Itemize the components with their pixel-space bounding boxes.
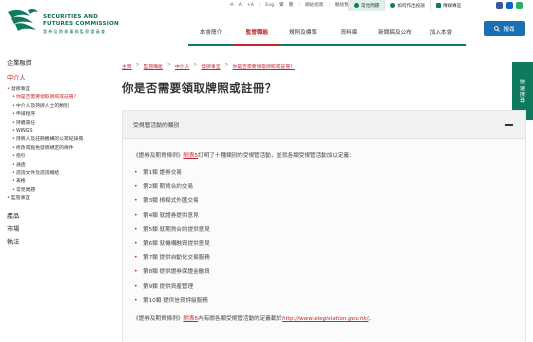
outro-middle: 內有關各類受規管活動的定義載於 [198, 316, 283, 323]
intro-text: 《證券及期貨條例》附表5訂明了十種類別的受規管活動，並就各類受規管活動加以定義： [133, 151, 515, 159]
utility-quick-links: 常見問題 如何作出投訴 傳媒專區 [348, 0, 466, 11]
logo-chinese-name: 證 券 及 期 貨 事 務 監 察 委 員 會 [43, 29, 105, 34]
sidebar-item-need-licence[interactable]: 你是否需要領取牌照或註冊？ [7, 94, 103, 103]
quick-search-label: 快速搜尋 [519, 78, 525, 104]
list-item: 第3類 槓桿式外匯交易 [133, 194, 515, 208]
logo-line1: SECURITIES AND [43, 14, 99, 20]
lang-traditional-link[interactable]: 繁 [279, 2, 284, 8]
breadcrumb-intermediaries[interactable]: 中介人 [175, 63, 189, 70]
sidebar-section-intermediaries[interactable]: 中介人 [7, 73, 103, 82]
linkedin-icon[interactable] [506, 2, 513, 9]
list-item: 第4類 就證券提供意見 [133, 209, 515, 223]
schedule5-link[interactable]: 附表5 [183, 153, 198, 159]
breadcrumb-separator: > [166, 63, 171, 68]
sidebar-item-consultation[interactable]: 諮詢文件及諮詢總結 [7, 170, 103, 179]
divider: | [328, 2, 330, 8]
nav-active-indicator [234, 44, 280, 46]
sidebar-item-licensing[interactable]: 發牌事宜 [7, 86, 103, 95]
social-links [496, 2, 523, 9]
utility-bar: -A A +A | Eng 繁 簡 | 網站指南 | 聯絡我們 常見問題 如何作… [0, 0, 533, 11]
sidebar-bottom-sections: 產品 市場 執法 [7, 210, 103, 249]
list-item: 第5類 就期貨合約提供意見 [133, 223, 515, 237]
facebook-icon[interactable] [496, 2, 503, 9]
sidebar-item-application[interactable]: 申請程序 [7, 111, 103, 120]
wechat-icon[interactable] [516, 2, 523, 9]
sidebar-item-modify-waive[interactable]: 修改或豁免發牌規定的條件 [7, 145, 103, 154]
divider: | [258, 2, 261, 8]
logo-text: SECURITIES AND FUTURES COMMISSION [43, 14, 119, 27]
lang-english-link[interactable]: Eng [265, 3, 274, 8]
list-item: 第2類 期貨合約交易 [133, 180, 515, 194]
intro-rest: 訂明了十種類別的受規管活動，並就各類受規管活動加以定義： [198, 153, 355, 159]
sfc-logo-icon[interactable] [6, 6, 40, 34]
schedule5-link-2[interactable]: 附表5 [183, 316, 198, 322]
sidebar-item-supervision[interactable]: 監管事宜 [7, 195, 103, 204]
sidebar-section-markets[interactable]: 市場 [7, 223, 103, 236]
outro-text: 《證券及期貨條例》附表5內有關各類受規管活動的定義載於http://www.el… [133, 314, 515, 322]
collapse-icon[interactable] [505, 124, 513, 126]
nav-underline [188, 44, 466, 46]
media-label: 傳媒專區 [442, 3, 462, 9]
breadcrumb-home[interactable]: 主頁 [122, 63, 132, 70]
accordion-panel: 受規管活動的類別 《證券及期貨條例》附表5訂明了十種類別的受規管活動，並就各類受… [122, 110, 526, 342]
list-item: 第10類 提供信貸評級服務 [133, 294, 515, 308]
search-label: 搜尋 [503, 26, 515, 33]
complaint-label: 如何作出投訴 [397, 3, 425, 9]
page-title: 你是否需要領取牌照或註冊？ [122, 81, 277, 95]
breadcrumb-regulatory-functions[interactable]: 監管職能 [144, 63, 163, 70]
accordion-header[interactable]: 受規管活動的類別 [123, 111, 525, 139]
outro-end: 。 [368, 316, 375, 323]
search-button[interactable]: 搜尋 [484, 21, 525, 36]
logo-line2: FUTURES COMMISSION [43, 20, 119, 27]
breadcrumb-separator: > [193, 63, 198, 68]
sidebar-item-circulars[interactable]: 通函 [7, 162, 103, 171]
list-item: 第6類 就機構融資提供意見 [133, 237, 515, 251]
breadcrumb: 主頁 > 監管職能 > 中介人 > 發牌事宜 > 你是否需要領取牌照或註冊？ [122, 63, 295, 70]
sidebar-item-faq[interactable]: 常見問題 [7, 187, 103, 196]
elegislation-link[interactable]: http://www.elegislation.gov.hk/ [282, 316, 369, 322]
sidebar-item-guidelines[interactable]: 指引 [7, 153, 103, 162]
list-item: 第8類 提供證券保證金融資 [133, 265, 515, 279]
breadcrumb-separator: > [135, 63, 140, 68]
sidebar-item-wings[interactable]: WINGS [7, 128, 103, 137]
breadcrumb-licensing[interactable]: 發牌事宜 [201, 63, 220, 70]
chat-icon [390, 3, 396, 8]
sidebar-section-enforcement[interactable]: 執法 [7, 236, 103, 249]
outro-ordinance: 《證券及期貨條例》 [133, 316, 184, 323]
divider: | [298, 2, 300, 8]
font-increase-button[interactable]: +A [247, 3, 254, 8]
sidebar-item-forms[interactable]: 表格 [7, 178, 103, 187]
question-icon [354, 3, 359, 8]
accordion-title: 受規管活動的類別 [133, 123, 180, 129]
faq-label: 常見問題 [361, 3, 380, 9]
list-item: 第7類 提供自動化交易服務 [133, 251, 515, 265]
sidebar-section-products[interactable]: 產品 [7, 210, 103, 223]
accordion-body: 《證券及期貨條例》附表5訂明了十種類別的受規管活動，並就各類受規管活動加以定義：… [123, 139, 525, 342]
site-map-link[interactable]: 網站指南 [305, 2, 323, 8]
lang-simplified-link[interactable]: 簡 [289, 2, 294, 8]
sidebar-section-corporate-finance[interactable]: 企業融資 [7, 58, 103, 67]
search-icon [494, 25, 501, 32]
faq-link[interactable]: 常見問題 [348, 0, 385, 11]
font-decrease-button[interactable]: -A [229, 3, 234, 8]
sidebar-menu: 發牌事宜 你是否需要領取牌照或註冊？ 中介人及持牌人士的類別 申請程序 持續責任… [7, 86, 103, 204]
sidebar-item-ongoing-obligations[interactable]: 持續責任 [7, 120, 103, 129]
list-item: 第9類 提供資產管理 [133, 280, 515, 294]
list-item: 第1類 證券交易 [133, 166, 515, 180]
image-icon [435, 3, 441, 8]
media-link[interactable]: 傳媒專區 [429, 0, 466, 11]
regulated-activity-list: 第1類 證券交易 第2類 期貨合約交易 第3類 槓桿式外匯交易 第4類 就證券提… [133, 166, 515, 308]
utility-links: -A A +A | Eng 繁 簡 | 網站指南 | 聯絡我們 [229, 2, 353, 9]
complaint-link[interactable]: 如何作出投訴 [384, 0, 430, 11]
breadcrumb-separator: > [224, 63, 229, 68]
breadcrumb-current[interactable]: 你是否需要領取牌照或註冊？ [233, 63, 295, 70]
sidebar-item-public-register[interactable]: 持牌人及註冊機構的公眾紀錄冊 [7, 136, 103, 145]
sidebar-item-intermediary-types[interactable]: 中介人及持牌人士的類別 [7, 103, 103, 112]
sidebar: 企業融資 中介人 發牌事宜 你是否需要領取牌照或註冊？ 中介人及持牌人士的類別 … [7, 58, 103, 249]
intro-ordinance: 《證券及期貨條例》 [133, 153, 184, 159]
font-normal-button[interactable]: A [239, 3, 242, 8]
